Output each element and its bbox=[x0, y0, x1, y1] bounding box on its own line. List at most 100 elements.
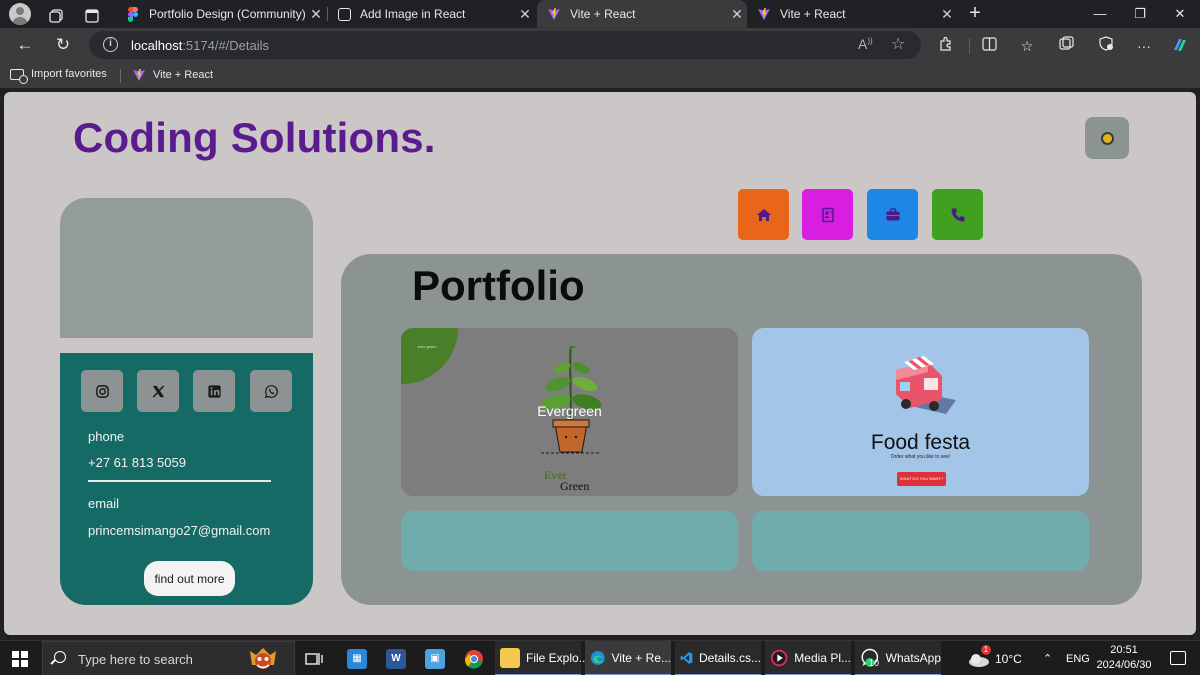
food-festa-subtitle: Order what you like to see! bbox=[890, 454, 951, 460]
address-bar[interactable]: i localhost:5174/#/Details A)) ☆ bbox=[89, 31, 921, 59]
edge-icon bbox=[590, 650, 605, 665]
contact-divider bbox=[88, 480, 271, 482]
evergreen-corner-badge: ever green bbox=[401, 328, 458, 384]
vertical-tabs-icon[interactable] bbox=[80, 4, 104, 28]
taskbar-clock[interactable]: 20:51 2024/06/30 bbox=[1096, 643, 1152, 673]
chevron-up-icon[interactable]: ⌃ bbox=[1043, 641, 1052, 675]
back-button[interactable]: ← bbox=[12, 33, 38, 57]
collections-icon[interactable] bbox=[1056, 36, 1076, 56]
favorite-star-icon[interactable]: ☆ bbox=[891, 34, 905, 54]
figma-icon bbox=[126, 7, 140, 22]
food-festa-cta-button[interactable]: WHAT DO YOU WANT? bbox=[897, 472, 946, 486]
portfolio-card-evergreen[interactable]: ever green Evergreen Ever Green bbox=[401, 328, 738, 496]
nav-contact-button[interactable] bbox=[932, 189, 983, 240]
minimize-button[interactable]: — bbox=[1080, 0, 1120, 28]
evergreen-label: Evergreen bbox=[537, 403, 602, 419]
search-placeholder: Type here to search bbox=[78, 652, 193, 667]
word-icon: W bbox=[386, 648, 406, 669]
extensions-icon[interactable] bbox=[936, 36, 956, 56]
nav-portfolio-button[interactable] bbox=[867, 189, 918, 240]
taskbar-word[interactable]: W bbox=[386, 641, 406, 675]
close-icon[interactable]: ✕ bbox=[937, 6, 957, 23]
workspaces-icon[interactable] bbox=[44, 4, 68, 28]
clock-date: 2024/06/30 bbox=[1096, 659, 1152, 671]
profile-image-placeholder bbox=[60, 198, 313, 338]
taskbar-chrome[interactable] bbox=[464, 641, 484, 675]
tab-vite-react[interactable]: Vite + React ✕ bbox=[747, 0, 957, 28]
taskbar-photos[interactable]: ▣ bbox=[425, 641, 445, 675]
vite-icon bbox=[757, 7, 771, 21]
notifications-icon[interactable] bbox=[1170, 651, 1186, 665]
close-icon[interactable]: ✕ bbox=[727, 6, 747, 23]
taskbar-search[interactable]: Type here to search bbox=[42, 641, 295, 675]
tab-vite-react-active[interactable]: Vite + React ✕ bbox=[537, 0, 747, 28]
briefcase-icon bbox=[886, 207, 899, 220]
tab-title: Add Image in React bbox=[360, 7, 466, 21]
language-indicator[interactable]: ENG bbox=[1066, 641, 1090, 675]
taskbar-app-label: WhatsApp bbox=[885, 650, 941, 665]
portfolio-title: Portfolio bbox=[412, 262, 585, 309]
microsoft-store-icon: ▦ bbox=[347, 648, 367, 669]
windows-taskbar: Type here to search ▦ W ▣ File Explo... … bbox=[0, 640, 1200, 675]
weather-widget[interactable]: 1 10°C bbox=[967, 641, 1022, 675]
page-viewport: Coding Solutions. phone +27 61 813 5059 … bbox=[4, 92, 1196, 635]
windows-start-icon[interactable] bbox=[12, 651, 28, 667]
chrome-icon bbox=[464, 649, 483, 669]
vscode-icon bbox=[680, 651, 693, 664]
taskbar-file-explorer[interactable]: File Explo... bbox=[495, 641, 589, 675]
instagram-button[interactable] bbox=[81, 370, 123, 412]
taskbar-edge[interactable]: Vite + Re... bbox=[585, 641, 671, 675]
whatsapp-badge: 10 bbox=[869, 658, 880, 668]
portfolio-card-food-festa[interactable]: Food festa Order what you like to see! W… bbox=[752, 328, 1089, 496]
bookmark-label: Vite + React bbox=[153, 69, 214, 81]
home-icon bbox=[756, 208, 771, 221]
x-twitter-button[interactable] bbox=[137, 370, 179, 412]
food-festa-title: Food festa bbox=[870, 431, 971, 454]
bookmark-vite-react[interactable]: Vite + React bbox=[132, 68, 213, 82]
site-logo[interactable]: Coding Solutions. bbox=[73, 114, 436, 162]
site-info-icon[interactable]: i bbox=[103, 37, 118, 52]
address-url: localhost:5174/#/Details bbox=[131, 38, 270, 53]
linkedin-button[interactable] bbox=[193, 370, 235, 412]
browser-essentials-icon[interactable] bbox=[1096, 36, 1116, 56]
new-tab-button[interactable]: + bbox=[964, 2, 986, 24]
close-icon[interactable]: ✕ bbox=[306, 6, 326, 23]
nav-about-button[interactable] bbox=[802, 189, 853, 240]
taskbar-whatsapp[interactable]: 10 WhatsApp bbox=[855, 641, 941, 675]
plant-pot-image bbox=[541, 345, 602, 454]
clock-time: 20:51 bbox=[1110, 644, 1138, 656]
theme-toggle-button[interactable] bbox=[1085, 117, 1129, 159]
close-icon[interactable]: ✕ bbox=[515, 6, 535, 23]
taskbar-store[interactable]: ▦ bbox=[347, 641, 367, 675]
split-screen-icon[interactable] bbox=[979, 36, 999, 56]
profile-avatar[interactable] bbox=[9, 3, 31, 25]
portfolio-card-3[interactable] bbox=[401, 511, 738, 571]
food-truck-image bbox=[896, 356, 956, 414]
linkedin-icon bbox=[207, 384, 221, 398]
bookmark-import-favorites[interactable]: Import favorites bbox=[10, 68, 107, 84]
portfolio-card-4[interactable] bbox=[752, 511, 1089, 571]
tab-title: Vite + React bbox=[780, 7, 846, 21]
tab-figma[interactable]: Portfolio Design (Community) – F ✕ bbox=[116, 0, 326, 28]
favorites-icon[interactable]: ☆ bbox=[1017, 36, 1037, 56]
task-view-button[interactable] bbox=[305, 641, 323, 675]
find-out-more-button[interactable]: find out more bbox=[144, 561, 235, 596]
instagram-icon bbox=[95, 384, 109, 398]
more-menu-icon[interactable]: ··· bbox=[1134, 36, 1154, 56]
taskbar-vscode[interactable]: Details.cs... bbox=[675, 641, 761, 675]
tab-add-image[interactable]: Add Image in React ✕ bbox=[327, 0, 535, 28]
read-aloud-icon[interactable]: A)) bbox=[858, 36, 873, 52]
copilot-icon[interactable] bbox=[1170, 36, 1190, 56]
nav-home-button[interactable] bbox=[738, 189, 789, 240]
import-favorites-icon bbox=[10, 68, 28, 84]
refresh-button[interactable]: ↻ bbox=[50, 33, 76, 57]
email-label: email bbox=[88, 496, 120, 511]
task-view-icon bbox=[305, 652, 323, 665]
phone-icon bbox=[951, 208, 964, 221]
search-highlight-icon bbox=[250, 648, 276, 669]
taskbar-media-player[interactable]: Media Pl... bbox=[765, 641, 851, 675]
taskbar-app-label: File Explo... bbox=[526, 650, 589, 665]
window-close-button[interactable]: ✕ bbox=[1160, 0, 1200, 28]
restore-button[interactable]: ❐ bbox=[1120, 0, 1160, 28]
whatsapp-button[interactable] bbox=[250, 370, 292, 412]
